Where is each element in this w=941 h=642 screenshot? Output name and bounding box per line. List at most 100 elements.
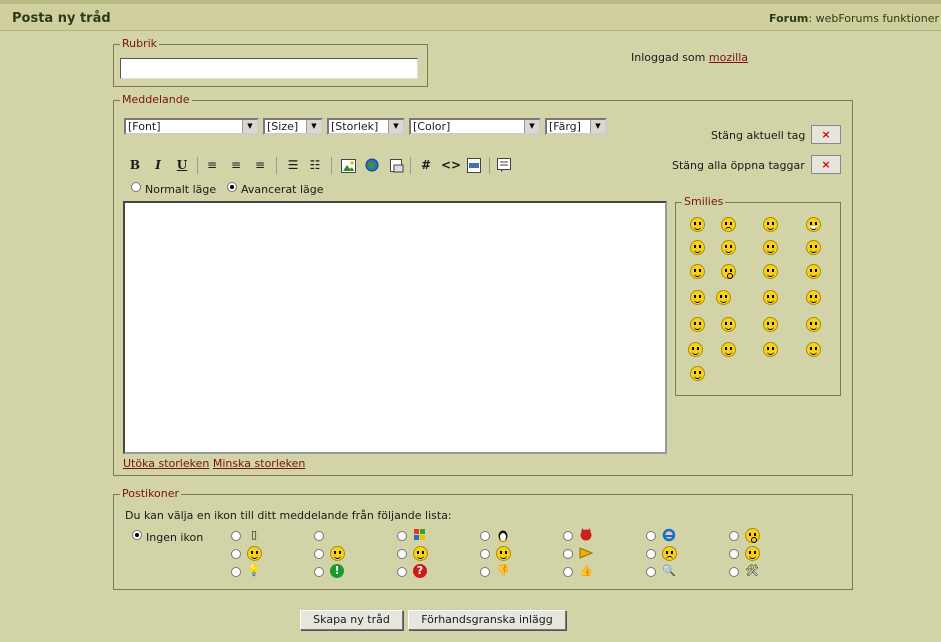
internet-explorer-icon	[662, 528, 676, 542]
surprised-smiley-icon	[745, 528, 760, 543]
post-icon-radio[interactable]	[231, 531, 241, 541]
farg-select[interactable]: [Färg] ▼	[545, 118, 607, 135]
code-button[interactable]: <>	[441, 157, 461, 174]
smilies-legend: Smilies	[682, 195, 726, 208]
cheers-smiley-icon[interactable]	[806, 264, 821, 279]
surprised-smiley-icon[interactable]	[721, 264, 736, 279]
advanced-mode-radio[interactable]	[227, 182, 237, 192]
close-all-tags-label: Stäng alla öppna taggar	[672, 159, 805, 172]
applause-smiley-icon[interactable]	[763, 342, 778, 357]
exclamation-icon: !	[330, 564, 344, 578]
resize-links: Utöka storleken Minska storleken	[123, 457, 305, 470]
no-icon-radio[interactable]	[132, 530, 142, 540]
toolbar-divider	[197, 157, 198, 174]
post-icon-radio[interactable]	[314, 531, 324, 541]
laugh-smiley-icon[interactable]	[806, 240, 821, 255]
storlek-select[interactable]: [Storlek] ▼	[327, 118, 405, 135]
kiss-smiley-icon[interactable]	[763, 317, 778, 332]
post-icon-radio[interactable]	[397, 531, 407, 541]
align-left-icon[interactable]: ≡	[203, 157, 221, 174]
no-icon-label: Ingen ikon	[146, 531, 204, 544]
sick-smiley-icon[interactable]	[806, 290, 821, 305]
angry-smiley-icon[interactable]	[690, 264, 705, 279]
crazy-smiley-icon[interactable]	[763, 290, 778, 305]
breadcrumb: Forum: webForums funktioner	[769, 12, 939, 25]
subject-input[interactable]	[120, 58, 418, 79]
page-title: Posta ny tråd	[12, 11, 111, 26]
toolbar-divider	[489, 157, 490, 174]
post-icon-radio[interactable]	[231, 549, 241, 559]
image-icon[interactable]	[339, 157, 357, 174]
cool-smiley-icon[interactable]	[763, 240, 778, 255]
close-current-tag-button[interactable]: ×	[811, 125, 841, 144]
align-right-icon[interactable]: ≡	[251, 157, 269, 174]
post-icon-radio[interactable]	[729, 549, 739, 559]
php-icon[interactable]	[465, 157, 483, 174]
post-icon-radio[interactable]	[646, 567, 656, 577]
linux-penguin-icon	[496, 528, 510, 542]
username-link[interactable]: mozilla	[709, 51, 748, 64]
size-select[interactable]: [Size] ▼	[263, 118, 323, 135]
preview-post-button[interactable]: Förhandsgranska inlägg	[408, 610, 566, 630]
cat-smiley-icon[interactable]	[690, 317, 705, 332]
toolbar-divider	[410, 157, 411, 174]
sleepy-smiley-icon[interactable]	[806, 317, 821, 332]
post-icon-radio[interactable]	[563, 549, 573, 559]
smiley-icon[interactable]	[690, 217, 705, 232]
web-link-icon[interactable]	[363, 157, 381, 174]
close-all-tags-button[interactable]: ×	[811, 155, 841, 174]
post-icon-radio[interactable]	[480, 531, 490, 541]
post-icon-radio[interactable]	[480, 567, 490, 577]
post-icon-radio[interactable]	[563, 531, 573, 541]
post-icon-radio[interactable]	[480, 549, 490, 559]
thumbs-down-icon: 👎	[496, 564, 510, 577]
forum-label: Forum	[769, 12, 809, 25]
confused-smiley-icon[interactable]	[763, 264, 778, 279]
farg-select-value: [Färg]	[549, 120, 581, 133]
normal-mode-radio[interactable]	[131, 182, 141, 192]
grin-smiley-icon[interactable]	[806, 217, 821, 232]
post-icon-radio[interactable]	[729, 531, 739, 541]
chevron-down-icon: ▼	[388, 120, 403, 133]
smiley-icon[interactable]	[690, 240, 705, 255]
toolbar-divider	[276, 157, 277, 174]
post-icon-radio[interactable]	[646, 531, 656, 541]
bsd-devil-icon	[579, 528, 593, 542]
hash-button[interactable]: #	[417, 157, 435, 174]
italic-button[interactable]: I	[149, 157, 167, 174]
unordered-list-icon[interactable]: ☷	[306, 157, 324, 174]
graduate-smiley-icon[interactable]	[721, 342, 736, 357]
wink-smiley-icon[interactable]	[763, 217, 778, 232]
post-icon-radio[interactable]	[314, 567, 324, 577]
sad-smiley-icon[interactable]	[721, 217, 736, 232]
smiley-icon[interactable]	[690, 290, 705, 305]
devil-smiley-icon[interactable]	[721, 317, 736, 332]
post-icon-radio[interactable]	[231, 567, 241, 577]
close-current-tag-label: Stäng aktuell tag	[711, 129, 806, 142]
forum-name: webForums funktioner	[815, 12, 939, 25]
grow-textarea-link[interactable]: Utöka storleken	[123, 457, 209, 470]
underline-button[interactable]: U	[173, 157, 191, 174]
post-icon-radio[interactable]	[314, 549, 324, 559]
font-select[interactable]: [Font] ▼	[124, 118, 259, 135]
ordered-list-icon[interactable]: ☰	[284, 157, 302, 174]
post-icon-radio[interactable]	[563, 567, 573, 577]
tongue-smiley-icon[interactable]	[721, 240, 736, 255]
quote-icon[interactable]	[495, 157, 513, 174]
blush-smiley-icon[interactable]	[690, 366, 705, 381]
bigsmile-smiley-icon[interactable]	[806, 342, 821, 357]
create-thread-button[interactable]: Skapa ny tråd	[300, 610, 403, 630]
color-select[interactable]: [Color] ▼	[409, 118, 541, 135]
message-textarea[interactable]	[123, 201, 667, 454]
chevron-down-icon: ▼	[590, 120, 605, 133]
shrink-textarea-link[interactable]: Minska storleken	[213, 457, 306, 470]
post-icon-radio[interactable]	[646, 549, 656, 559]
bold-button[interactable]: B	[126, 157, 144, 174]
post-icon-radio[interactable]	[397, 567, 407, 577]
align-center-icon[interactable]: ≡	[227, 157, 245, 174]
post-icon-radio[interactable]	[397, 549, 407, 559]
beer-smiley-icon[interactable]	[716, 290, 731, 305]
email-link-icon[interactable]	[387, 157, 405, 174]
thinking-smiley-icon[interactable]	[688, 342, 703, 357]
post-icon-radio[interactable]	[729, 567, 739, 577]
